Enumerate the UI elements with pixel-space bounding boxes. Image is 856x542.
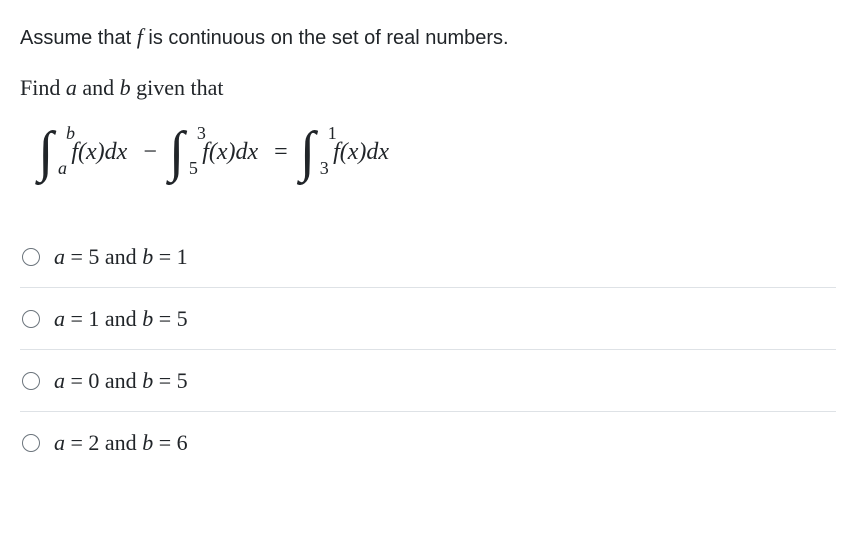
int2-upper: 3 <box>197 120 206 147</box>
radio-icon[interactable] <box>22 248 40 266</box>
option-2-text: a = 1 and b = 5 <box>54 302 188 335</box>
radio-icon[interactable] <box>22 310 40 328</box>
prompt-a: a <box>66 75 77 100</box>
prompt-b: b <box>120 75 131 100</box>
radio-icon[interactable] <box>22 372 40 390</box>
minus-op: − <box>143 134 157 170</box>
radio-icon[interactable] <box>22 434 40 452</box>
options-list: a = 5 and b = 1 a = 1 and b = 5 a = 0 an… <box>20 226 836 473</box>
option-1-text: a = 5 and b = 1 <box>54 240 188 273</box>
int3-upper: 1 <box>328 120 337 147</box>
equation: ∫ b a f(x)dx − ∫ 3 5 f(x)dx = ∫ 1 3 f(x)… <box>20 116 836 208</box>
integral-3: ∫ 1 3 f(x)dx <box>300 124 389 180</box>
prompt-pre: Find <box>20 75 66 100</box>
integral-sign-icon: ∫ <box>300 124 315 180</box>
option-3-text: a = 0 and b = 5 <box>54 364 188 397</box>
prompt-post: given that <box>131 75 224 100</box>
integral-1: ∫ b a f(x)dx <box>38 124 127 180</box>
intro-text: Assume that f is continuous on the set o… <box>20 20 836 53</box>
int1-lower: a <box>58 155 67 182</box>
int1-upper: b <box>66 120 75 147</box>
int3-lower: 3 <box>320 155 329 182</box>
option-4-text: a = 2 and b = 6 <box>54 426 188 459</box>
integral-sign-icon: ∫ <box>38 124 53 180</box>
prompt-text: Find a and b given that <box>20 71 836 104</box>
intro-pre: Assume that <box>20 27 137 49</box>
option-4[interactable]: a = 2 and b = 6 <box>20 412 836 473</box>
equals-op: = <box>274 134 288 170</box>
option-3[interactable]: a = 0 and b = 5 <box>20 350 836 412</box>
intro-post: is continuous on the set of real numbers… <box>143 27 509 49</box>
option-2[interactable]: a = 1 and b = 5 <box>20 288 836 350</box>
int3-integrand: f(x)dx <box>333 134 389 170</box>
int1-integrand: f(x)dx <box>71 134 127 170</box>
int2-lower: 5 <box>189 155 198 182</box>
option-1[interactable]: a = 5 and b = 1 <box>20 226 836 288</box>
prompt-and: and <box>77 75 120 100</box>
integral-2: ∫ 3 5 f(x)dx <box>169 124 258 180</box>
integral-sign-icon: ∫ <box>169 124 184 180</box>
int2-integrand: f(x)dx <box>202 134 258 170</box>
